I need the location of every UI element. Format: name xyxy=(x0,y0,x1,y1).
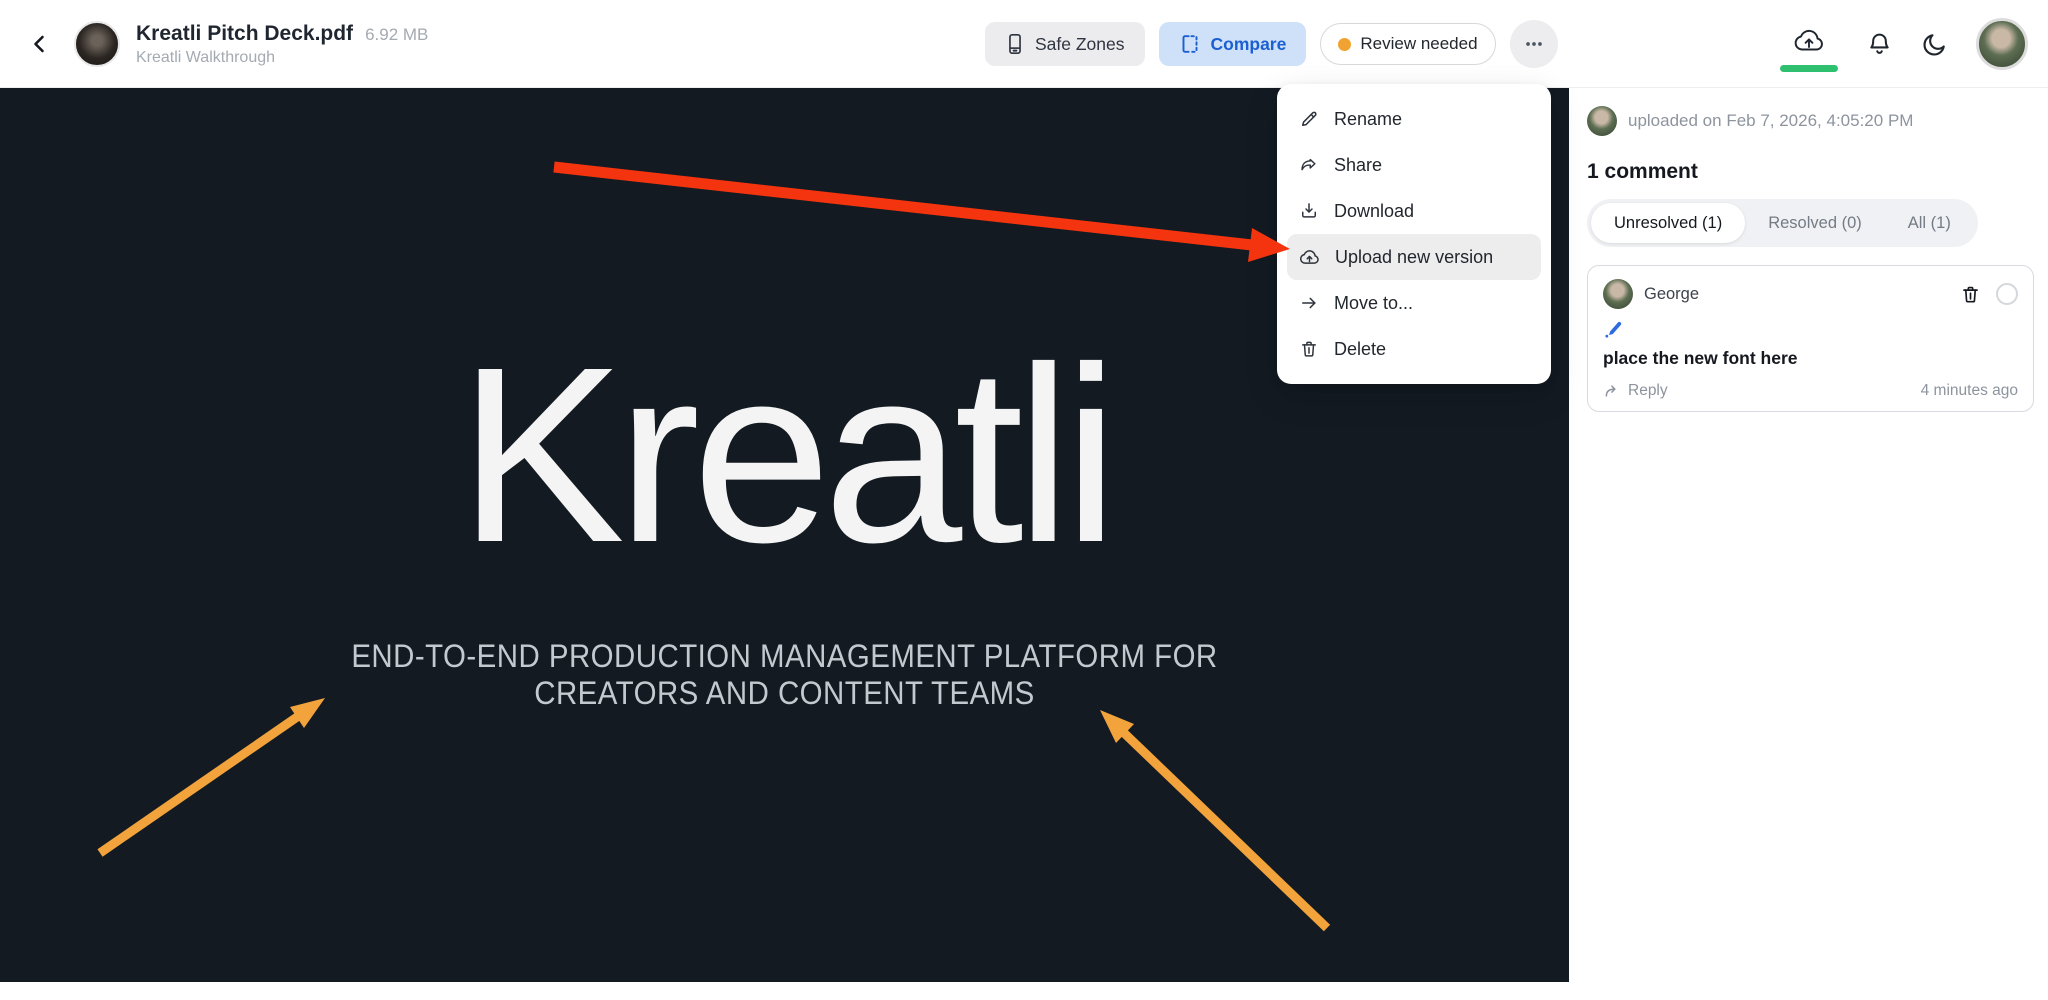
upload-status-button[interactable] xyxy=(1780,28,1838,72)
reply-arrow-icon xyxy=(1603,382,1621,400)
comments-sidebar: uploaded on Feb 7, 2026, 4:05:20 PM 1 co… xyxy=(1569,88,2048,1000)
menu-item-label: Rename xyxy=(1334,109,1402,130)
commenter-name: George xyxy=(1644,285,1699,304)
back-button[interactable] xyxy=(22,26,58,62)
comment-header: George xyxy=(1603,279,2018,309)
safe-zones-label: Safe Zones xyxy=(1035,34,1125,55)
review-status-badge[interactable]: Review needed xyxy=(1320,23,1495,65)
app-window: Kreatli END-TO-END PRODUCTION MANAGEMENT… xyxy=(0,0,2048,1000)
menu-item-move-to[interactable]: Move to... xyxy=(1287,280,1541,326)
comment-timestamp: 4 minutes ago xyxy=(1921,382,2018,400)
menu-item-label: Share xyxy=(1334,155,1382,176)
status-label: Review needed xyxy=(1360,34,1477,54)
uploaded-text: uploaded on Feb 7, 2026, 4:05:20 PM xyxy=(1628,111,1913,131)
tab-all[interactable]: All (1) xyxy=(1885,203,1974,243)
comment-text: place the new font here xyxy=(1603,348,2018,369)
comment-filter-tabs: Unresolved (1) Resolved (0) All (1) xyxy=(1587,199,1978,247)
comment-card: George place the new font here xyxy=(1587,265,2034,412)
header-controls: Safe Zones Compare Review needed xyxy=(985,0,1558,88)
safe-zones-button[interactable]: Safe Zones xyxy=(985,22,1145,66)
trash-icon xyxy=(1960,284,1981,305)
phone-icon xyxy=(1005,33,1025,55)
comment-footer: Reply 4 minutes ago xyxy=(1603,382,2018,400)
header-right xyxy=(1780,0,2028,88)
notifications-button[interactable] xyxy=(1866,31,1893,58)
bell-icon xyxy=(1866,31,1893,58)
status-dot-icon xyxy=(1338,38,1351,51)
header-bar: Kreatli Pitch Deck.pdf 6.92 MB Kreatli W… xyxy=(0,0,2048,88)
delete-comment-button[interactable] xyxy=(1960,284,1981,305)
menu-item-download[interactable]: Download xyxy=(1287,188,1541,234)
file-title: Kreatli Pitch Deck.pdf xyxy=(136,22,353,46)
slide-tagline-line1: END-TO-END PRODUCTION MANAGEMENT PLATFOR… xyxy=(63,638,1506,675)
slide-tagline-line2: CREATORS AND CONTENT TEAMS xyxy=(63,675,1506,712)
arrow-right-icon xyxy=(1299,293,1319,313)
file-titles: Kreatli Pitch Deck.pdf 6.92 MB Kreatli W… xyxy=(136,22,428,67)
compare-icon xyxy=(1179,33,1201,55)
menu-item-share[interactable]: Share xyxy=(1287,142,1541,188)
moon-icon xyxy=(1921,31,1948,58)
user-avatar[interactable] xyxy=(1976,18,2028,70)
download-icon xyxy=(1299,201,1319,221)
annotation-pencil-icon xyxy=(1603,319,1623,339)
tab-unresolved[interactable]: Unresolved (1) xyxy=(1591,203,1745,243)
reply-label: Reply xyxy=(1628,382,1668,400)
trash-icon xyxy=(1299,339,1319,359)
context-menu: Rename Share Download Upload new version… xyxy=(1277,84,1551,384)
reply-button[interactable]: Reply xyxy=(1603,382,1668,400)
more-options-button[interactable] xyxy=(1510,20,1558,68)
compare-label: Compare xyxy=(1211,34,1287,55)
commenter-avatar xyxy=(1603,279,1633,309)
file-size: 6.92 MB xyxy=(365,25,428,45)
menu-item-label: Delete xyxy=(1334,339,1386,360)
chevron-left-icon xyxy=(28,32,52,56)
comment-actions xyxy=(1960,283,2018,305)
pencil-icon xyxy=(1299,109,1319,129)
menu-item-upload-new-version[interactable]: Upload new version xyxy=(1287,234,1541,280)
menu-item-rename[interactable]: Rename xyxy=(1287,96,1541,142)
upload-progress-bar xyxy=(1780,65,1838,72)
comments-heading: 1 comment xyxy=(1587,160,2032,184)
file-subtitle: Kreatli Walkthrough xyxy=(136,49,428,67)
uploaded-info-row: uploaded on Feb 7, 2026, 4:05:20 PM xyxy=(1587,106,2032,136)
uploader-avatar xyxy=(1587,106,1617,136)
tab-resolved[interactable]: Resolved (0) xyxy=(1745,203,1885,243)
slide-tagline: END-TO-END PRODUCTION MANAGEMENT PLATFOR… xyxy=(0,638,1569,712)
file-thumbnail xyxy=(74,21,120,67)
resolve-toggle[interactable] xyxy=(1996,283,2018,305)
ellipsis-icon xyxy=(1523,33,1545,55)
annotation-marker-button[interactable] xyxy=(1603,319,2018,339)
menu-item-label: Download xyxy=(1334,201,1414,222)
menu-item-label: Upload new version xyxy=(1335,247,1493,268)
header-left: Kreatli Pitch Deck.pdf 6.92 MB Kreatli W… xyxy=(22,0,428,88)
menu-item-delete[interactable]: Delete xyxy=(1287,326,1541,372)
cloud-upload-icon xyxy=(1793,28,1825,54)
dark-mode-button[interactable] xyxy=(1921,31,1948,58)
menu-item-label: Move to... xyxy=(1334,293,1413,314)
share-icon xyxy=(1299,155,1319,175)
compare-button[interactable]: Compare xyxy=(1159,22,1307,66)
cloud-upload-icon xyxy=(1299,248,1320,267)
